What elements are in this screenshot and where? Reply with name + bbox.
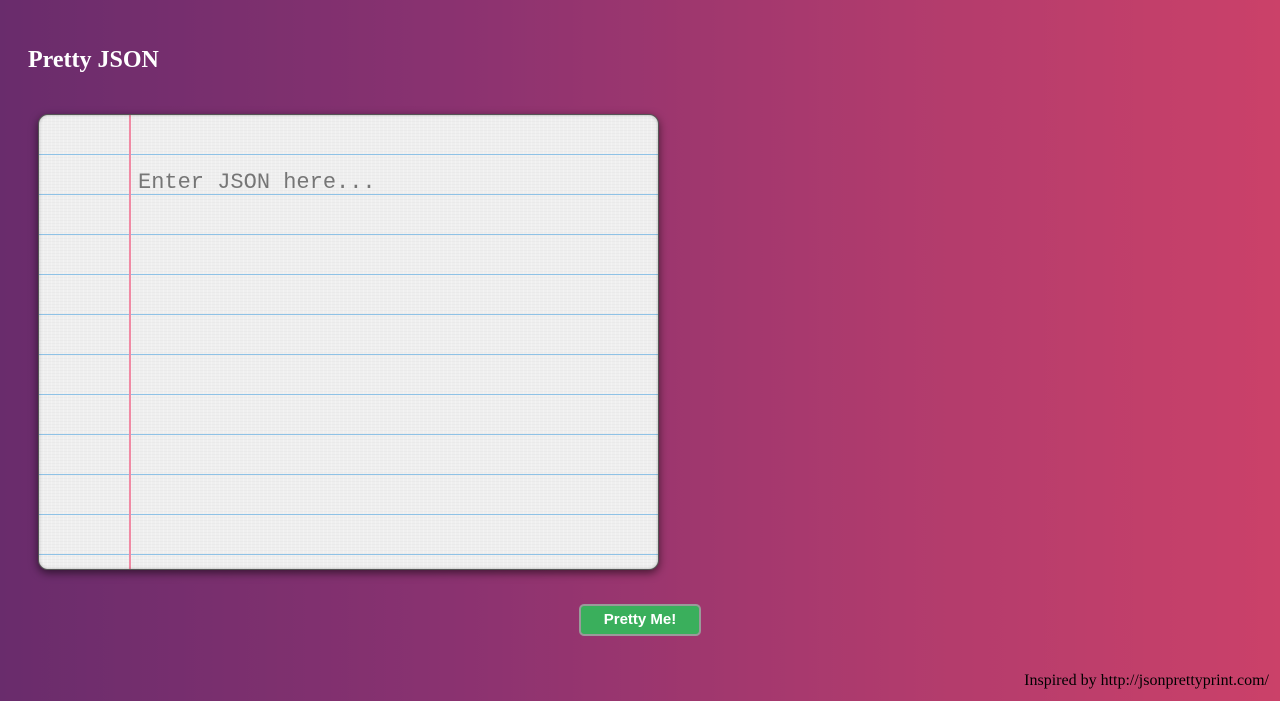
credit-text: Inspired by http://jsonprettyprint.com/ — [1024, 672, 1269, 689]
json-notepad — [38, 114, 659, 570]
pretty-me-button[interactable]: Pretty Me! — [579, 604, 701, 636]
page-title: Pretty JSON — [28, 47, 159, 73]
json-input[interactable] — [138, 163, 648, 563]
